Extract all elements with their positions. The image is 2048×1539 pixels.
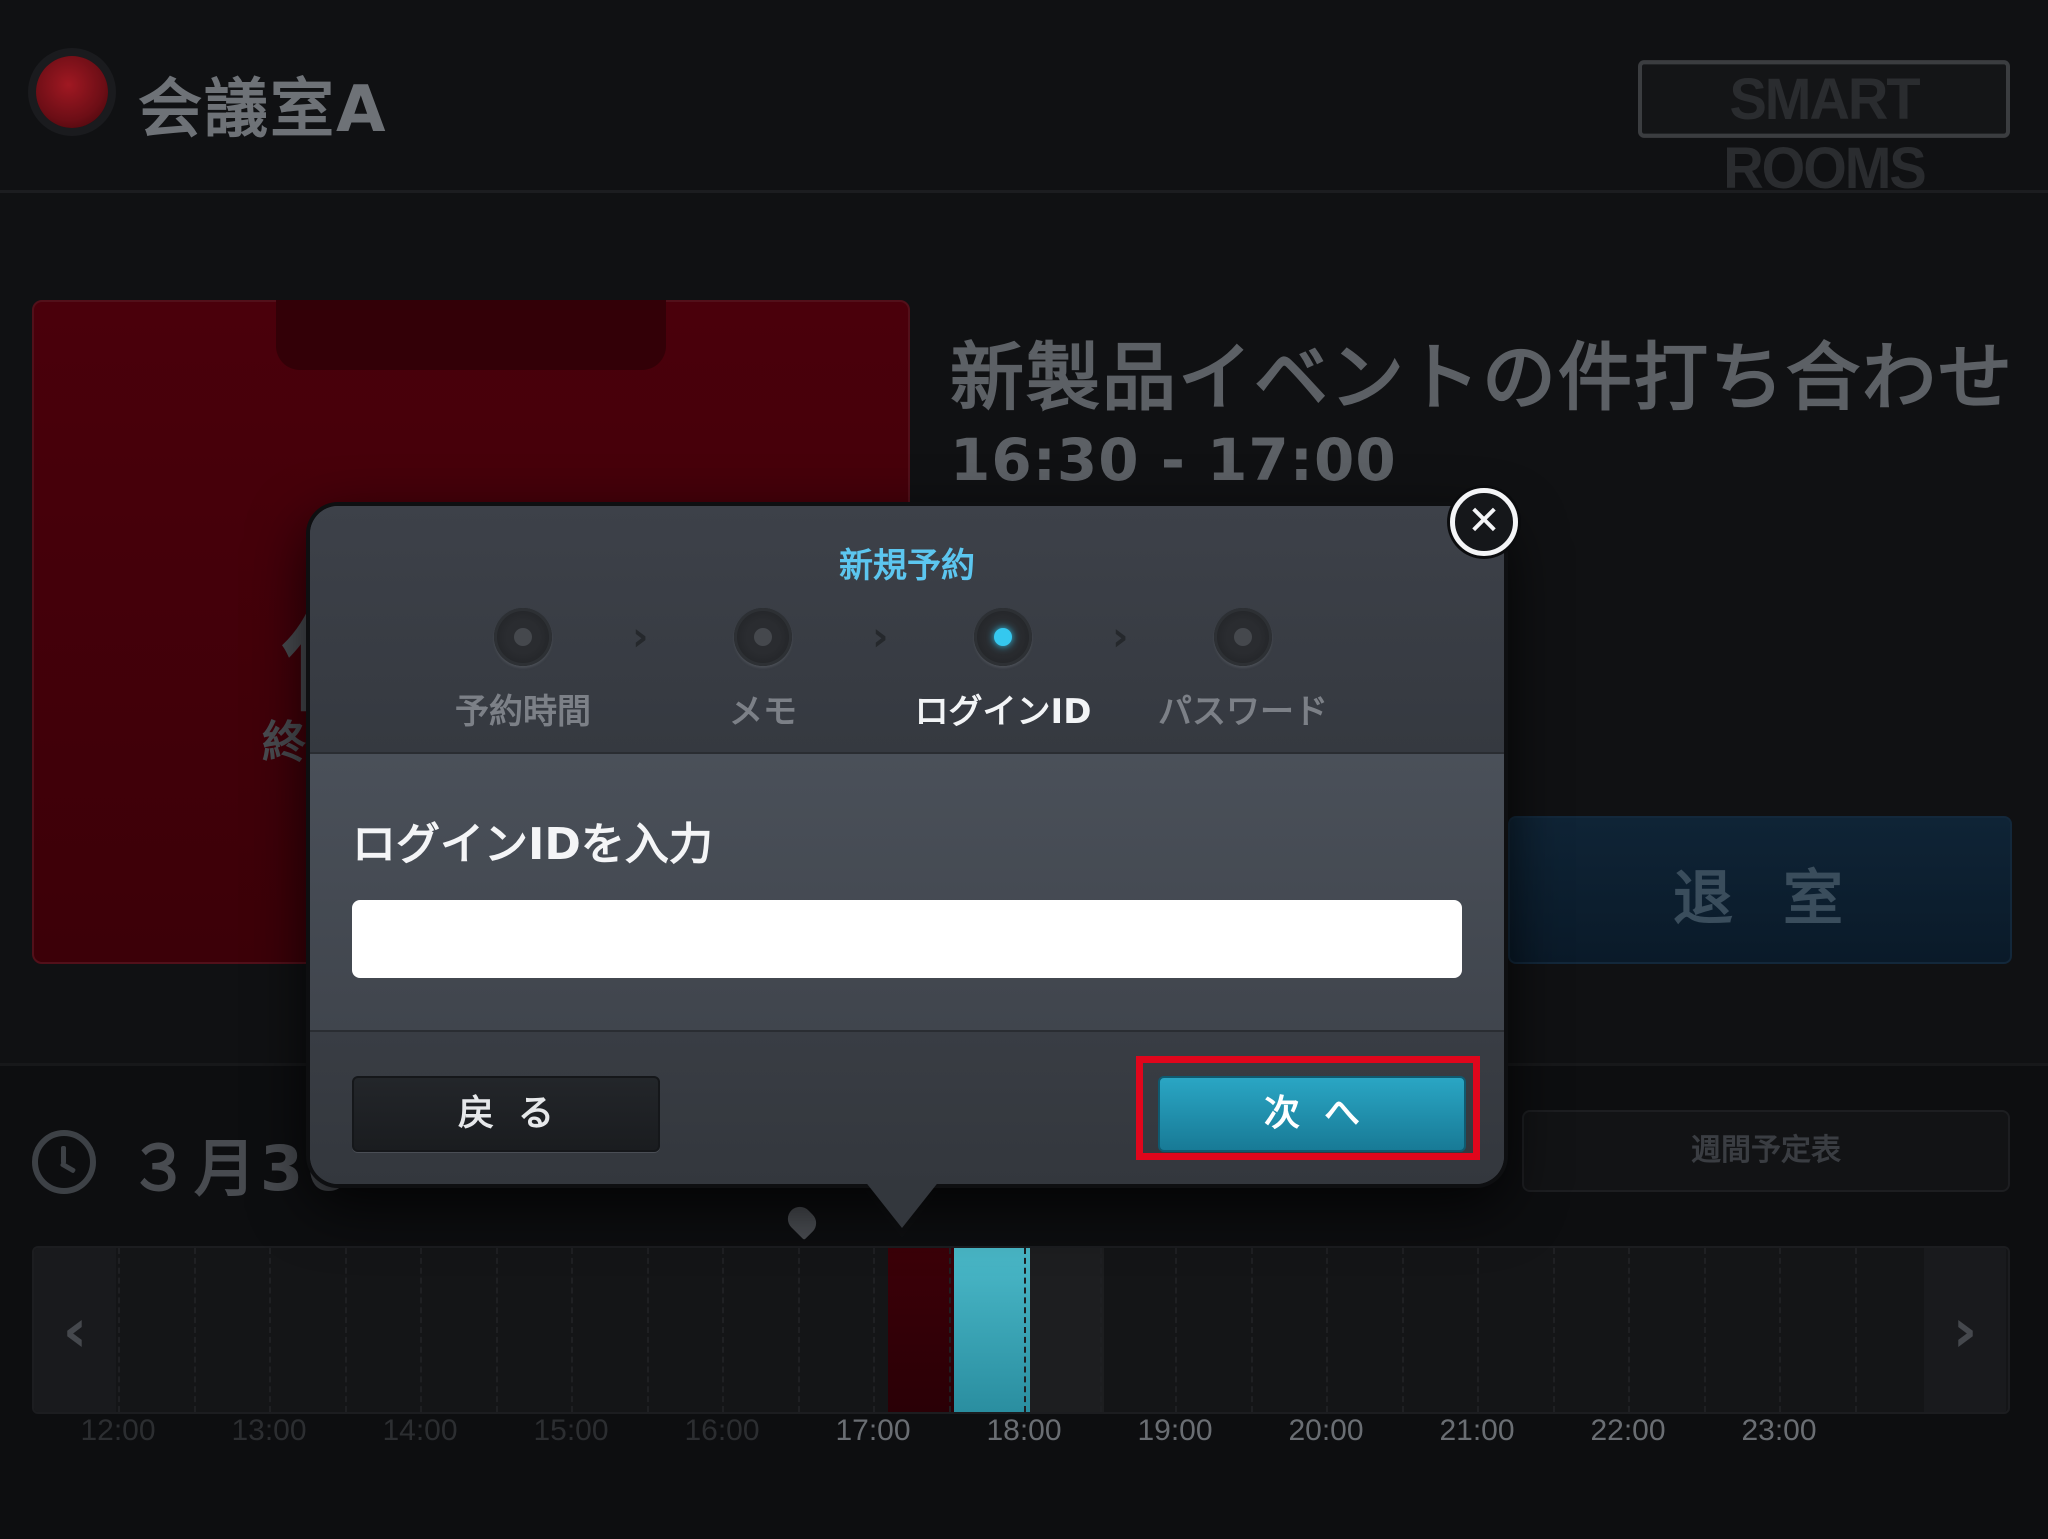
step-indicator-memo xyxy=(734,608,792,666)
chevron-right-icon: › xyxy=(632,614,649,660)
modal-title: 新規予約 xyxy=(839,546,975,586)
chevron-right-icon: › xyxy=(872,614,889,660)
step-indicator-reservation-time xyxy=(494,608,552,666)
login-id-label: ログインIDを入力 xyxy=(352,819,713,870)
login-id-input[interactable] xyxy=(352,900,1462,978)
close-icon[interactable]: ✕ xyxy=(1450,488,1518,556)
next-button-highlight xyxy=(1136,1056,1480,1160)
modal-body: ログインIDを入力 xyxy=(310,754,1504,1032)
modal-pointer-inner xyxy=(864,1180,940,1228)
step-label-reservation-time: 予約時間 xyxy=(455,692,591,732)
back-button[interactable]: 戻る xyxy=(352,1076,660,1152)
step-indicator-login-id xyxy=(974,608,1032,666)
step-label-memo: メモ xyxy=(729,692,797,732)
step-indicator-password xyxy=(1214,608,1272,666)
step-label-password: パスワード xyxy=(1158,692,1328,732)
step-label-login-id: ログインID xyxy=(914,692,1092,732)
chevron-right-icon: › xyxy=(1112,614,1129,660)
modal-header: 新規予約 › › › 予約時間 メモ ログインID パスワード xyxy=(310,506,1504,754)
